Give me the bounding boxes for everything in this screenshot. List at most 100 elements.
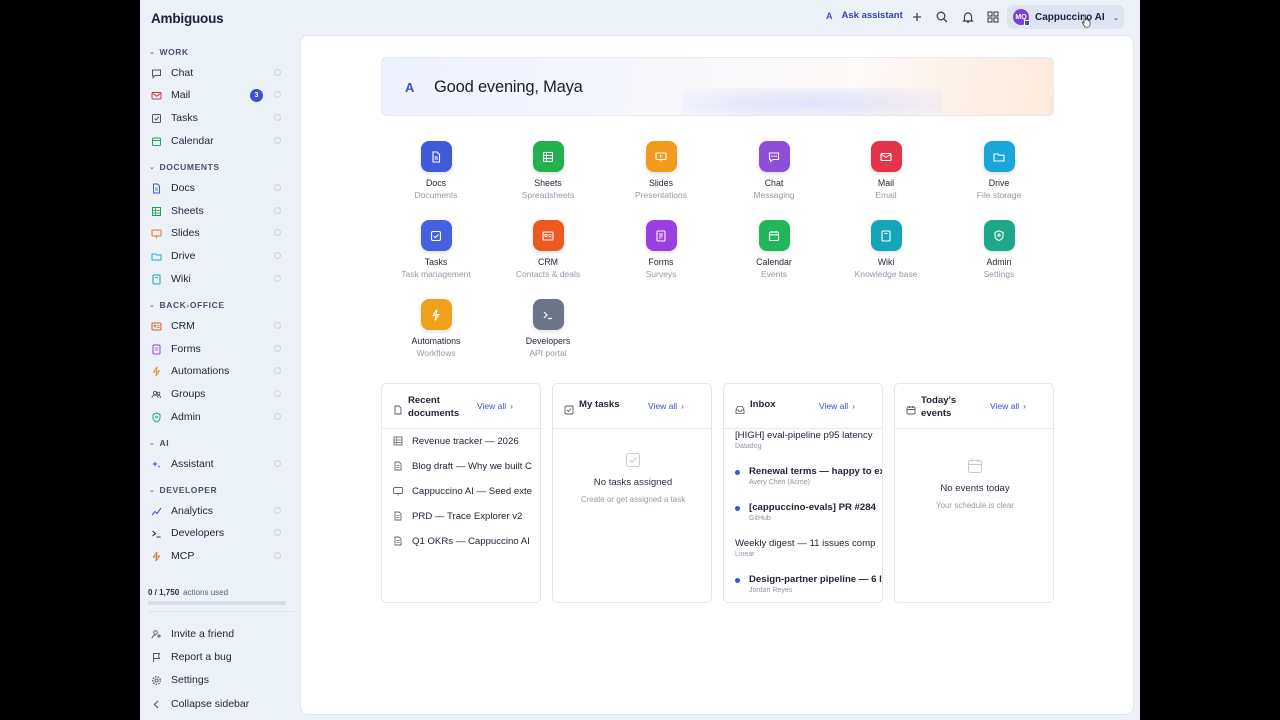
sidebar-item-label: Slides: [171, 227, 200, 239]
app-tile-mail[interactable]: Mail Email: [831, 141, 941, 200]
recent-document-row[interactable]: Cappuccino AI — Seed exte: [393, 483, 540, 499]
pin-icon[interactable]: [274, 507, 281, 514]
recent-document-row[interactable]: PRD — Trace Explorer v2: [393, 508, 540, 524]
section-header-ai[interactable]: ⌄ AI: [149, 438, 169, 448]
empty-subtitle: Create or get assigned a task: [580, 495, 686, 504]
app-tile-developers[interactable]: Developers API portal: [493, 299, 603, 358]
sidebar-item-mail[interactable]: Mail 3: [144, 85, 294, 105]
app-tile-admin[interactable]: Admin Settings: [944, 220, 1054, 279]
message-sender: Avery Chen (Acme): [749, 479, 810, 486]
forms-app-icon: [645, 220, 677, 251]
assistant-logo-icon: A: [826, 10, 833, 21]
pin-icon[interactable]: [274, 184, 281, 191]
sidebar-item-automations[interactable]: Automations: [144, 361, 294, 381]
brand-logo[interactable]: Ambiguous: [151, 11, 224, 26]
my-tasks-card: My tasks View all › No tasks assigned Cre…: [552, 383, 712, 603]
admin-app-icon: [983, 220, 1015, 251]
pin-icon[interactable]: [274, 137, 281, 144]
app-tile-crm[interactable]: CRM Contacts & deals: [493, 220, 603, 279]
sidebar-item-drive[interactable]: Drive: [144, 246, 294, 266]
inbox-message-row[interactable]: [HIGH] eval-pipeline p95 latency Datadog: [735, 430, 882, 450]
sidebar-item-crm[interactable]: CRM: [144, 316, 294, 336]
sidebar-item-groups[interactable]: Groups: [144, 384, 294, 404]
sidebar-item-calendar[interactable]: Calendar: [144, 131, 294, 151]
pin-icon[interactable]: [274, 413, 281, 420]
inbox-message-row[interactable]: [cappuccino-evals] PR #284 GitHub: [735, 502, 882, 522]
pin-icon[interactable]: [274, 69, 281, 76]
inbox-message-row[interactable]: Renewal terms — happy to ex Avery Chen (…: [735, 466, 882, 486]
app-tile-forms[interactable]: Forms Surveys: [606, 220, 716, 279]
app-tile-tasks[interactable]: Tasks Task management: [381, 220, 491, 279]
docs-app-icon: [420, 141, 452, 172]
inbox-message-row[interactable]: Design-partner pipeline — 6 l Jordan Rey…: [735, 574, 882, 594]
app-subtitle: Contacts & deals: [515, 269, 581, 279]
app-tile-docs[interactable]: Docs Documents: [381, 141, 491, 200]
pin-icon[interactable]: [274, 367, 281, 374]
recent-document-row[interactable]: Revenue tracker — 2026: [393, 433, 540, 449]
recent-document-row[interactable]: Blog draft — Why we built C: [393, 458, 540, 474]
pin-icon[interactable]: [274, 460, 281, 467]
sidebar-item-slides[interactable]: Slides: [144, 223, 294, 243]
app-tile-automations[interactable]: Automations Workflows: [381, 299, 491, 358]
sidebar-item-analytics[interactable]: Analytics: [144, 501, 294, 521]
bell-icon[interactable]: [961, 10, 975, 24]
view-all-link[interactable]: View all ›: [648, 401, 684, 411]
section-header-work[interactable]: ⌄ WORK: [149, 47, 189, 57]
app-subtitle: Settings: [983, 269, 1015, 279]
sidebar-footer-invite-a-friend[interactable]: Invite a friend: [144, 624, 294, 644]
sidebar-footer-report-a-bug[interactable]: Report a bug: [144, 647, 294, 667]
sidebar-item-sheets[interactable]: Sheets: [144, 201, 294, 221]
inbox-card: Inbox View all › [HIGH] eval-pipeline p95…: [723, 383, 883, 603]
view-all-link[interactable]: View all ›: [990, 401, 1026, 411]
pin-icon[interactable]: [274, 390, 281, 397]
view-all-link[interactable]: View all ›: [819, 401, 855, 411]
sidebar-item-mcp[interactable]: MCP: [144, 546, 294, 566]
sidebar-item-wiki[interactable]: Wiki: [144, 269, 294, 289]
pin-icon[interactable]: [274, 229, 281, 236]
pin-icon[interactable]: [274, 322, 281, 329]
pin-icon[interactable]: [274, 345, 281, 352]
sidebar-item-developers[interactable]: Developers: [144, 523, 294, 543]
card-title: My tasks: [579, 399, 620, 410]
pin-icon[interactable]: [274, 114, 281, 121]
app-tile-calendar[interactable]: Calendar Events: [719, 220, 829, 279]
ask-assistant-button[interactable]: A Ask assistant: [826, 10, 903, 21]
pin-icon[interactable]: [274, 252, 281, 259]
account-switcher[interactable]: MQ Cappuccino AI ⌄: [1007, 5, 1124, 29]
pin-icon[interactable]: [274, 275, 281, 282]
chat-icon: [150, 67, 162, 79]
pin-icon[interactable]: [274, 207, 281, 214]
sidebar-footer-collapse-sidebar[interactable]: Collapse sidebar: [144, 694, 294, 714]
sidebar-item-chat[interactable]: Chat: [144, 63, 294, 83]
app-tile-chat[interactable]: Chat Messaging: [719, 141, 829, 200]
search-icon[interactable]: [935, 10, 949, 24]
section-title: AI: [159, 438, 170, 448]
sidebar-item-tasks[interactable]: Tasks: [144, 108, 294, 128]
sidebar-footer-settings[interactable]: Settings: [144, 670, 294, 690]
usage-count: 0 / 1,750: [148, 588, 180, 597]
recent-document-row[interactable]: Q1 OKRs — Cappuccino AI: [393, 533, 540, 549]
pin-icon[interactable]: [274, 529, 281, 536]
checkbox-icon: [564, 402, 575, 415]
message-subject: [HIGH] eval-pipeline p95 latency: [735, 430, 873, 441]
pin-icon[interactable]: [274, 552, 281, 559]
chevron-right-icon: ›: [852, 401, 855, 411]
view-all-link[interactable]: View all ›: [477, 401, 513, 411]
section-header-back-office[interactable]: ⌄ BACK-OFFICE: [149, 300, 225, 310]
app-tile-slides[interactable]: Slides Presentations: [606, 141, 716, 200]
sidebar-footer-label: Invite a friend: [171, 628, 235, 640]
app-tile-drive[interactable]: Drive File storage: [944, 141, 1054, 200]
pin-icon[interactable]: [274, 91, 281, 98]
mail-icon: [150, 89, 162, 101]
apps-grid-icon[interactable]: [986, 10, 1000, 24]
sidebar-item-docs[interactable]: Docs: [144, 178, 294, 198]
section-header-developer[interactable]: ⌄ DEVELOPER: [149, 485, 217, 495]
section-header-documents[interactable]: ⌄ DOCUMENTS: [149, 162, 220, 172]
sidebar-item-assistant[interactable]: Assistant: [144, 454, 294, 474]
sidebar-item-forms[interactable]: Forms: [144, 339, 294, 359]
plus-icon[interactable]: [910, 10, 924, 24]
sidebar-item-admin[interactable]: Admin: [144, 407, 294, 427]
app-tile-sheets[interactable]: Sheets Spreadsheets: [493, 141, 603, 200]
inbox-message-row[interactable]: Weekly digest — 11 issues comp Linear: [735, 538, 882, 558]
app-tile-wiki[interactable]: Wiki Knowledge base: [831, 220, 941, 279]
